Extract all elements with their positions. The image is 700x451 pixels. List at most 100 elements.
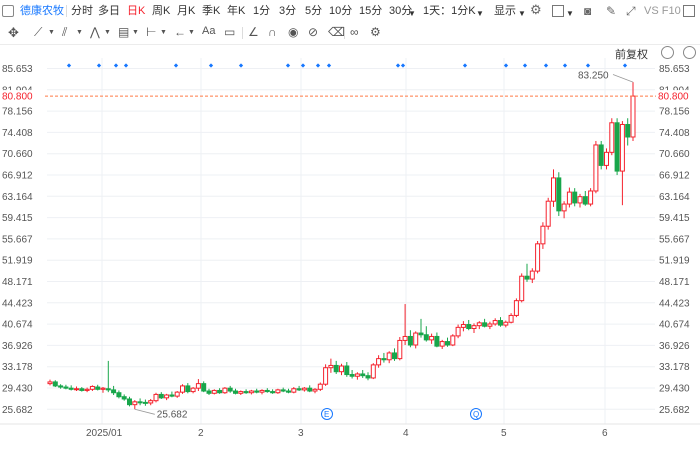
wave-tool-icon[interactable]: ⋀ <box>90 25 100 41</box>
candle-body <box>460 324 466 328</box>
x-tick-label: 2 <box>198 428 204 439</box>
candle-body <box>508 314 514 323</box>
chevron-down-icon[interactable]: ▼ <box>76 29 83 45</box>
y-tick-label-left: 29.430 <box>2 384 33 395</box>
vs-f10-label[interactable]: VS F10 <box>644 4 681 19</box>
candle-body <box>466 324 472 330</box>
candle-body <box>270 391 276 394</box>
event-marker <box>113 63 119 68</box>
period-tab[interactable]: 10分 <box>329 4 352 19</box>
candle-body <box>180 385 185 393</box>
period-tab[interactable]: 3分 <box>279 4 296 19</box>
event-marker <box>585 63 591 68</box>
settings-icon[interactable]: ⚙ <box>370 25 381 41</box>
chevron-down-icon[interactable]: ▼ <box>104 29 111 45</box>
fibonacci-tool-icon[interactable]: ▤ <box>118 25 129 41</box>
range-tool-icon[interactable]: ⊢ <box>146 25 156 41</box>
period-tab[interactable]: 1分 <box>253 4 270 19</box>
chevron-down-icon[interactable]: ▼ <box>408 6 416 21</box>
y-tick-label-right: 33.178 <box>659 362 690 373</box>
period-tab[interactable]: 分时 <box>71 4 93 19</box>
display-button[interactable]: 显示 <box>494 4 516 19</box>
candle-body <box>121 396 127 400</box>
crosshair-icon[interactable]: ✥ <box>8 25 19 41</box>
event-marker <box>66 63 72 68</box>
magnet-icon[interactable]: ∩ <box>268 25 277 41</box>
checkbox-icon[interactable] <box>552 5 564 17</box>
candle-body <box>630 95 636 138</box>
candle-body <box>429 335 435 341</box>
comment-icon[interactable]: ▭ <box>224 25 235 41</box>
chevron-down-icon[interactable]: ▼ <box>132 29 139 45</box>
window-icon[interactable] <box>683 5 695 17</box>
candlestick-chart[interactable]: 85.65385.65381.90481.90478.15678.15674.4… <box>0 44 700 448</box>
candle-body <box>227 387 233 392</box>
gear-icon[interactable]: ⚙ <box>530 2 542 17</box>
period-tab[interactable]: 周K <box>152 4 170 19</box>
link-icon[interactable]: ∞ <box>350 25 359 41</box>
candle-body <box>344 365 350 376</box>
divider <box>242 27 243 39</box>
channel-tool-icon[interactable]: ⫽ <box>62 25 67 41</box>
y-tick-label-left: 78.156 <box>2 107 33 118</box>
candle-body <box>577 196 583 204</box>
hide-icon[interactable]: ⊘ <box>308 25 318 41</box>
period-tab[interactable]: 多日 <box>98 4 120 19</box>
candle-body <box>476 322 482 327</box>
candle-body <box>625 123 631 138</box>
chevron-down-icon[interactable]: ▼ <box>48 29 55 45</box>
event-marker <box>622 63 628 68</box>
event-marker <box>395 63 401 68</box>
min-pointer <box>134 408 155 415</box>
event-marker <box>522 63 528 68</box>
period-tab[interactable]: 季K <box>202 4 220 19</box>
eye-icon[interactable]: ◉ <box>288 25 298 41</box>
event-marker <box>562 63 568 68</box>
sidebar-toggle-icon[interactable] <box>2 5 14 17</box>
y-tick-label-right: 59.415 <box>659 213 690 224</box>
edit-icon[interactable]: ✎ <box>606 4 616 19</box>
y-tick-label-left: 74.408 <box>2 128 33 139</box>
text-tool-icon[interactable]: Aa <box>202 25 215 41</box>
candle-body <box>588 190 594 205</box>
period-select[interactable]: 1天：1分K <box>423 4 476 19</box>
trash-icon[interactable]: ⌫ <box>328 25 345 41</box>
arrow-tool-icon[interactable]: ← <box>174 25 186 41</box>
chevron-down-icon[interactable]: ▼ <box>518 6 526 21</box>
y-tick-label-right: 74.408 <box>659 128 690 139</box>
period-tab[interactable]: 15分 <box>359 4 382 19</box>
y-tick-label-right: 29.430 <box>659 384 690 395</box>
candle-body <box>370 364 376 379</box>
candle-body <box>323 367 329 385</box>
period-tab[interactable]: 年K <box>227 4 245 19</box>
candle-body <box>63 386 69 389</box>
candle-body <box>233 390 238 394</box>
angle-tool-icon[interactable]: ∠ <box>248 25 259 41</box>
reference-price-label: 80.800 <box>658 92 689 103</box>
chevron-down-icon[interactable]: ▼ <box>566 6 574 21</box>
chevron-down-icon[interactable]: ▼ <box>160 29 167 45</box>
x-tick-label: 6 <box>602 428 608 439</box>
candle-body <box>238 391 244 394</box>
max-price-label: 83.250 <box>578 70 609 81</box>
stock-name[interactable]: 德康农牧 <box>20 4 64 19</box>
camera-icon[interactable]: ◙ <box>584 4 591 19</box>
candle-body <box>312 388 318 392</box>
fullscreen-icon[interactable]: ⤢ <box>626 4 636 19</box>
candle-body <box>201 383 207 392</box>
max-pointer <box>612 74 634 83</box>
candle-body <box>195 383 201 389</box>
candle-body <box>222 387 228 394</box>
candle-body <box>243 391 249 394</box>
period-tab[interactable]: 日K <box>127 4 145 19</box>
line-tool-icon[interactable]: ⟋ <box>34 25 42 41</box>
event-marker <box>96 63 102 68</box>
candle-body <box>307 387 313 392</box>
period-tab[interactable]: 月K <box>177 4 195 19</box>
y-tick-label-right: 40.674 <box>659 320 690 331</box>
event-marker <box>462 63 468 68</box>
period-tab[interactable]: 5分 <box>305 4 322 19</box>
chevron-down-icon[interactable]: ▼ <box>188 29 195 45</box>
y-tick-label-left: 40.674 <box>2 320 33 331</box>
chevron-down-icon[interactable]: ▼ <box>476 6 484 21</box>
